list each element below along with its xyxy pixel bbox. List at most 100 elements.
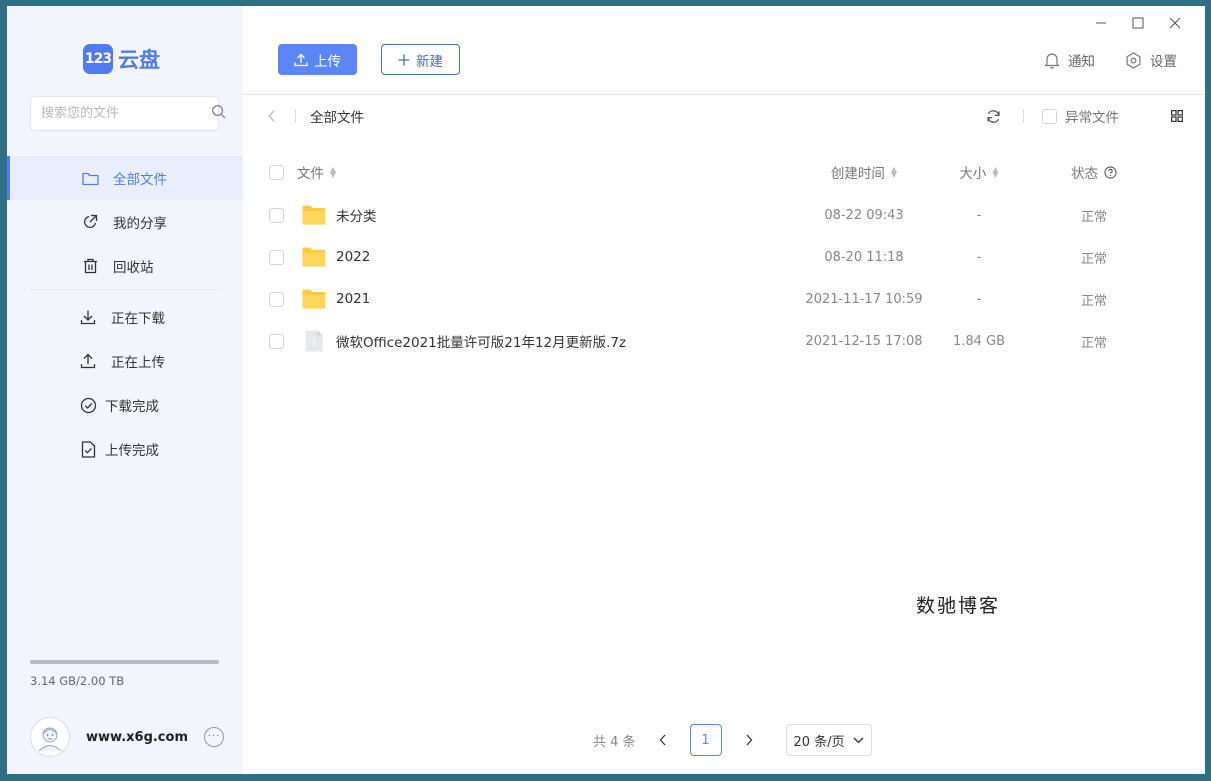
search-icon[interactable] bbox=[211, 104, 226, 123]
total-count: 共 4 条 bbox=[593, 734, 636, 750]
file-name[interactable]: 2022 bbox=[336, 249, 370, 265]
file-name[interactable]: 微软Office2021批量许可版21年12月更新版.7z bbox=[336, 331, 626, 351]
sidebar-item-label: 回收站 bbox=[113, 260, 154, 276]
folder-icon bbox=[302, 289, 326, 309]
abnormal-files-checkbox[interactable] bbox=[1042, 108, 1057, 124]
sidebar-item-upload-complete[interactable]: 上传完成 bbox=[7, 427, 243, 471]
breadcrumb[interactable]: 全部文件 bbox=[310, 106, 364, 126]
new-button-label: 新建 bbox=[416, 53, 443, 69]
logo-mark: 123 bbox=[83, 44, 113, 74]
action-bar: 上传 新建 bbox=[278, 44, 460, 75]
unknown-file-icon: ? bbox=[305, 330, 323, 352]
row-checkbox[interactable] bbox=[269, 291, 284, 307]
file-name[interactable]: 2021 bbox=[336, 291, 370, 307]
sidebar-item-label: 正在下载 bbox=[111, 311, 165, 327]
table-row[interactable]: 2022 08-20 11:18 - 正常 bbox=[269, 236, 1183, 278]
nav-transfer: 正在下载 正在上传 下载完成 上传完成 bbox=[7, 295, 243, 471]
page-number[interactable]: 1 bbox=[689, 724, 722, 756]
sort-icon[interactable]: ▲ ▼ bbox=[992, 166, 998, 179]
upload-button-label: 上传 bbox=[314, 53, 341, 69]
sidebar-item-downloading[interactable]: 正在下载 bbox=[7, 295, 243, 339]
file-status: 正常 bbox=[1080, 251, 1107, 267]
header-time-label: 创建时间 bbox=[830, 166, 885, 182]
username: www.x6g.com bbox=[86, 729, 188, 745]
row-checkbox[interactable] bbox=[269, 249, 284, 265]
sidebar-item-label: 全部文件 bbox=[113, 172, 167, 188]
file-time: 2021-11-17 10:59 bbox=[805, 291, 923, 307]
file-status: 正常 bbox=[1080, 335, 1107, 351]
file-name[interactable]: 未分类 bbox=[336, 205, 377, 225]
file-size: - bbox=[976, 249, 982, 265]
path-separator bbox=[1023, 109, 1024, 123]
row-checkbox[interactable] bbox=[269, 333, 284, 349]
next-page-icon[interactable] bbox=[736, 727, 762, 753]
row-name-cell: 未分类 bbox=[269, 205, 799, 225]
nav-primary: 全部文件 我的分享 回收站 bbox=[7, 156, 243, 288]
header-size: 大小 ▲ ▼ bbox=[929, 162, 1029, 183]
search-input[interactable] bbox=[41, 106, 211, 121]
main-panel: 上传 新建 通知 设置 全部文件 异常文件 文件 ▲ ▼ 创建时间 ▲ ▼ 大小… bbox=[243, 6, 1205, 774]
folder-icon bbox=[302, 247, 326, 267]
file-time: 2021-12-15 17:08 bbox=[805, 333, 923, 349]
app-logo: 123 云盘 bbox=[83, 44, 160, 74]
notify-button[interactable]: 通知 bbox=[1044, 50, 1095, 70]
more-options-icon[interactable]: ··· bbox=[204, 727, 224, 747]
table-header: 文件 ▲ ▼ 创建时间 ▲ ▼ 大小 ▲ ▼ 状态 bbox=[269, 160, 1183, 184]
close-icon[interactable] bbox=[1156, 12, 1193, 34]
notify-label: 通知 bbox=[1068, 54, 1095, 70]
table-row[interactable]: 2021 2021-11-17 10:59 - 正常 bbox=[269, 278, 1183, 320]
file-status: 正常 bbox=[1080, 293, 1107, 309]
file-list: 未分类 08-22 09:43 - 正常 2022 08-20 11:18 - … bbox=[269, 194, 1183, 362]
storage-progress-bar bbox=[30, 660, 219, 664]
file-time: 08-22 09:43 bbox=[824, 207, 904, 223]
sort-icon[interactable]: ▲ ▼ bbox=[330, 166, 336, 179]
logo-text: 云盘 bbox=[118, 48, 160, 72]
page-size-select[interactable]: 20 条/页 bbox=[785, 724, 872, 756]
upload-icon bbox=[294, 53, 308, 66]
file-size: - bbox=[976, 207, 982, 223]
table-row[interactable]: 未分类 08-22 09:43 - 正常 bbox=[269, 194, 1183, 236]
header-name: 文件 ▲ ▼ bbox=[269, 162, 799, 182]
file-size: - bbox=[976, 291, 982, 307]
storage-progress-fill bbox=[30, 660, 219, 664]
settings-button[interactable]: 设置 bbox=[1125, 50, 1177, 70]
sidebar: 123 云盘 全部文件 我的分享 bbox=[7, 6, 243, 774]
check-circle-icon bbox=[79, 396, 97, 414]
plus-icon bbox=[398, 54, 410, 65]
new-button[interactable]: 新建 bbox=[381, 44, 460, 75]
storage-usage-text: 3.14 GB/2.00 TB bbox=[30, 674, 125, 688]
upload-button[interactable]: 上传 bbox=[278, 44, 357, 75]
sidebar-item-my-share[interactable]: 我的分享 bbox=[7, 200, 243, 244]
sidebar-item-label: 下载完成 bbox=[105, 399, 159, 415]
avatar[interactable] bbox=[30, 717, 70, 757]
window-controls bbox=[1082, 12, 1193, 34]
help-icon[interactable] bbox=[1104, 165, 1117, 179]
table-row[interactable]: ? 微软Office2021批量许可版21年12月更新版.7z 2021-12-… bbox=[269, 320, 1183, 362]
sort-icon[interactable]: ▲ ▼ bbox=[891, 166, 897, 179]
top-right-links: 通知 设置 bbox=[1044, 50, 1177, 70]
sidebar-item-uploading[interactable]: 正在上传 bbox=[7, 339, 243, 383]
folder-icon bbox=[81, 169, 99, 187]
header-name-label: 文件 bbox=[297, 166, 324, 182]
path-bar: 全部文件 异常文件 bbox=[267, 104, 1183, 128]
prev-page-icon[interactable] bbox=[650, 727, 676, 753]
sidebar-item-download-complete[interactable]: 下载完成 bbox=[7, 383, 243, 427]
select-all-checkbox[interactable] bbox=[269, 164, 284, 180]
minimize-icon[interactable] bbox=[1082, 12, 1119, 34]
maximize-icon[interactable] bbox=[1119, 12, 1156, 34]
header-size-label: 大小 bbox=[959, 166, 987, 182]
svg-text:?: ? bbox=[312, 339, 317, 349]
download-icon bbox=[79, 308, 97, 326]
refresh-icon[interactable] bbox=[986, 109, 1001, 124]
sidebar-item-label: 正在上传 bbox=[111, 355, 165, 371]
sidebar-item-label: 我的分享 bbox=[113, 216, 167, 232]
sidebar-item-all-files[interactable]: 全部文件 bbox=[7, 156, 243, 200]
path-tools: 异常文件 bbox=[986, 106, 1183, 126]
sidebar-item-trash[interactable]: 回收站 bbox=[7, 244, 243, 288]
row-checkbox[interactable] bbox=[269, 207, 284, 223]
grid-view-icon[interactable] bbox=[1171, 110, 1183, 122]
back-arrow-icon[interactable] bbox=[267, 107, 287, 126]
watermark: 数驰博客 bbox=[916, 595, 1001, 617]
app-window: 123 云盘 全部文件 我的分享 bbox=[7, 6, 1205, 774]
gear-icon bbox=[1126, 51, 1141, 69]
